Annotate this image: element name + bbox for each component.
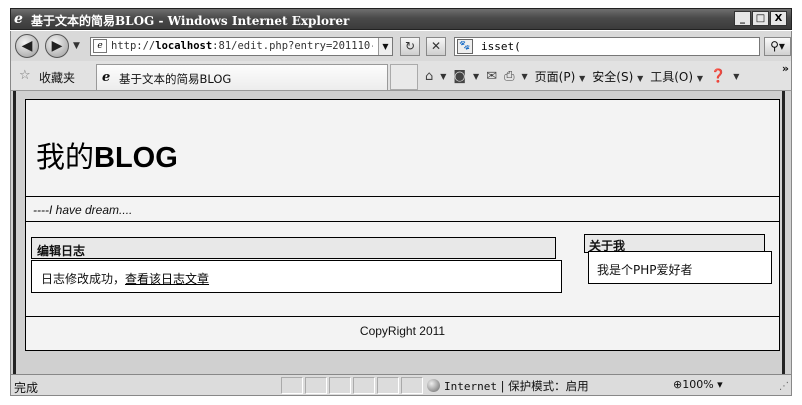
address-input[interactable]: e http://localhost:81/edit.php?entry=201… <box>90 37 393 56</box>
status-segment <box>353 377 375 394</box>
ie-logo-icon: e <box>14 11 23 27</box>
feeds-dropdown-icon[interactable]: ▼ <box>473 72 479 81</box>
status-segment <box>281 377 303 394</box>
maximize-button[interactable]: □ <box>752 11 769 26</box>
resize-grip-icon[interactable]: ⋰ <box>779 381 789 392</box>
back-button[interactable]: ◀ <box>15 34 39 58</box>
favorites-star-icon[interactable]: ☆ <box>19 68 31 83</box>
status-segment <box>377 377 399 394</box>
search-provider-icon[interactable]: 🐾 <box>457 39 473 54</box>
forward-button[interactable]: ▶ <box>45 34 69 58</box>
about-body: 我是个PHP爱好者 <box>588 251 772 284</box>
blog-header: 我的BLOG <box>26 100 779 197</box>
print-icon[interactable]: ⎙ <box>504 69 514 84</box>
page-border-left <box>13 91 16 374</box>
stop-button[interactable]: ✕ <box>426 37 446 56</box>
tagline-bar: ----I have dream.... <box>26 197 779 222</box>
tab-label: 基于文本的简易BLOG <box>119 72 232 86</box>
window-titlebar: e 基于文本的简易BLOG - Windows Internet Explore… <box>10 8 792 30</box>
refresh-button[interactable]: ↻ <box>400 37 420 56</box>
safety-menu[interactable]: 安全(S) ▼ <box>592 68 643 85</box>
page-icon: e <box>93 39 107 53</box>
blog-title: 我的BLOG <box>36 142 178 174</box>
security-zone[interactable]: Internet | 保护模式：启用 <box>427 378 589 394</box>
about-text: 我是个PHP爱好者 <box>597 263 693 277</box>
address-toolbar: ◀ ▶ ▼ e http://localhost:81/edit.php?ent… <box>10 31 792 61</box>
favorites-button[interactable]: 收藏夹 <box>39 69 75 86</box>
globe-icon <box>427 379 440 392</box>
window-controls: _ □ X <box>734 11 787 26</box>
home-icon[interactable]: ⌂ <box>425 69 433 84</box>
zoom-icon: ⊕ <box>673 378 683 391</box>
blog-tagline: ----I have dream.... <box>33 203 133 217</box>
tools-menu[interactable]: 工具(O) ▼ <box>650 68 703 85</box>
blog-container: 我的BLOG ----I have dream.... <box>25 99 780 351</box>
page-viewport: 我的BLOG ----I have dream.... 编辑日志 日志修改成功，… <box>10 91 792 374</box>
status-bar: 完成 Internet | 保护模式：启用 ⊕100% ▾ ⋰ <box>10 374 792 396</box>
ie-page-icon: e <box>102 70 111 85</box>
help-dropdown-icon[interactable]: ▼ <box>733 72 739 81</box>
address-url: http://localhost:81/edit.php?entry=20111… <box>111 40 373 52</box>
search-input[interactable]: 🐾 isset( <box>454 37 760 56</box>
more-chevron-icon[interactable]: » <box>782 62 789 75</box>
search-value: isset( <box>481 40 521 53</box>
blog-footer: CopyRight 2011 <box>26 316 779 342</box>
status-text: 完成 <box>14 381 39 395</box>
feeds-icon[interactable]: ◙ <box>453 69 466 84</box>
mail-icon[interactable]: ✉ <box>486 69 497 84</box>
edit-post-header: 编辑日志 <box>31 237 556 259</box>
status-segment <box>329 377 351 394</box>
home-dropdown-icon[interactable]: ▼ <box>440 72 446 81</box>
edit-post-body: 日志修改成功，查看该日志文章 <box>31 260 562 293</box>
copyright-text: CopyRight 2011 <box>359 324 446 338</box>
print-dropdown-icon[interactable]: ▼ <box>522 72 528 81</box>
favorites-bar: ☆ 收藏夹 e 基于文本的简易BLOG ⌂ ▼ ◙ ▼ ✉ ⎙ ▼ 页面(P) ▼ 安… <box>10 61 792 91</box>
view-post-link[interactable]: 查看该日志文章 <box>125 272 209 286</box>
history-dropdown-icon[interactable]: ▼ <box>73 41 80 51</box>
tab-current[interactable]: e 基于文本的简易BLOG <box>96 64 388 90</box>
page-menu[interactable]: 页面(P) ▼ <box>535 68 586 85</box>
edit-post-heading: 编辑日志 <box>37 244 86 258</box>
minimize-button[interactable]: _ <box>734 11 751 26</box>
close-button[interactable]: X <box>770 11 787 26</box>
status-segment <box>401 377 423 394</box>
command-bar: ⌂ ▼ ◙ ▼ ✉ ⎙ ▼ 页面(P) ▼ 安全(S) ▼ 工具(O) ▼ ❓ ▼ <box>425 68 739 85</box>
address-dropdown-icon[interactable]: ▼ <box>378 38 392 55</box>
edit-post-panel: 编辑日志 日志修改成功，查看该日志文章 <box>31 237 562 293</box>
search-button[interactable]: ⚲▾ <box>764 37 791 56</box>
window-title: 基于文本的简易BLOG - Windows Internet Explorer <box>31 14 350 28</box>
status-segment <box>305 377 327 394</box>
new-tab-button[interactable] <box>390 64 418 90</box>
zoom-control[interactable]: ⊕100% ▾ <box>673 378 723 391</box>
page-border-right <box>782 91 785 374</box>
help-icon[interactable]: ❓ <box>710 69 726 84</box>
status-message: 日志修改成功，查看该日志文章 <box>41 272 210 286</box>
about-panel: 关于我 我是个PHP爱好者 <box>584 234 772 286</box>
